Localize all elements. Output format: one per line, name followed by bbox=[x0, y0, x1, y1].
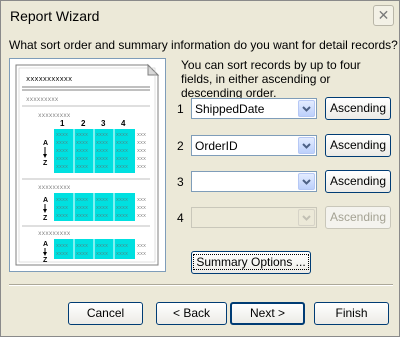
sort-description: You can sort records by up to four field… bbox=[181, 58, 361, 100]
preview-sort-number-4: 4 bbox=[121, 119, 126, 128]
svg-text:xxxx: xxxx bbox=[116, 213, 128, 219]
svg-text:xxxx: xxxx bbox=[76, 132, 88, 138]
svg-text:xxxx: xxxx bbox=[56, 205, 68, 211]
svg-text:xxx: xxx bbox=[137, 132, 146, 138]
svg-text:xxxx: xxxx bbox=[56, 148, 68, 154]
svg-text:xxx: xxx bbox=[137, 243, 146, 249]
svg-text:xxxx: xxxx bbox=[116, 197, 128, 203]
svg-text:xxxx: xxxx bbox=[76, 140, 88, 146]
sort-field-combo-1[interactable]: ShippedDate bbox=[191, 98, 317, 119]
svg-text:xxxx: xxxx bbox=[96, 164, 108, 170]
back-button[interactable]: < Back bbox=[156, 302, 227, 325]
svg-text:xxxx: xxxx bbox=[116, 243, 128, 249]
svg-text:xxx: xxx bbox=[137, 197, 146, 203]
preview-sort-number-1: 1 bbox=[60, 119, 65, 128]
summary-options-label: Summary Options ... bbox=[193, 254, 309, 270]
sort-row-number-1: 1 bbox=[177, 102, 184, 116]
svg-text:xxxx: xxxx bbox=[76, 148, 88, 154]
svg-text:xxxx: xxxx bbox=[96, 205, 108, 211]
svg-text:xxxx: xxxx bbox=[76, 205, 88, 211]
sort-order-button-2[interactable]: Ascending bbox=[325, 134, 391, 157]
svg-text:xxxx: xxxx bbox=[76, 197, 88, 203]
window-title: Report Wizard bbox=[10, 8, 100, 24]
sort-row-number-3: 3 bbox=[177, 175, 184, 189]
svg-text:xxxx: xxxx bbox=[76, 243, 88, 249]
title-bar: Report Wizard ✕ bbox=[2, 2, 398, 29]
sort-order-button-1[interactable]: Ascending bbox=[325, 97, 391, 120]
svg-text:xxx: xxx bbox=[137, 164, 146, 170]
svg-text:xxx: xxx bbox=[137, 156, 146, 162]
svg-text:xxxx: xxxx bbox=[96, 243, 108, 249]
close-button[interactable]: ✕ bbox=[373, 5, 394, 26]
report-preview-illustration: xxxxxxxxxxx xxxxxxxxx xxxxxxxxx 1 2 3 4 … bbox=[15, 63, 160, 266]
svg-text:xxxxxxxxx: xxxxxxxxx bbox=[26, 96, 59, 103]
report-wizard-window: Report Wizard ✕ What sort order and summ… bbox=[0, 0, 400, 337]
wizard-prompt: What sort order and summary information … bbox=[9, 38, 398, 52]
divider bbox=[9, 284, 393, 286]
sort-row-number-4: 4 bbox=[177, 211, 184, 225]
svg-text:xxxx: xxxx bbox=[76, 213, 88, 219]
sort-field-value-2: OrderID bbox=[195, 139, 238, 153]
preview-sort-number-3: 3 bbox=[101, 119, 106, 128]
svg-text:xxxx: xxxx bbox=[96, 148, 108, 154]
svg-text:Z: Z bbox=[43, 257, 48, 264]
svg-text:xxxx: xxxx bbox=[56, 140, 68, 146]
sort-row-number-2: 2 bbox=[177, 139, 184, 153]
close-icon: ✕ bbox=[377, 7, 390, 23]
svg-text:xxxx: xxxx bbox=[56, 156, 68, 162]
svg-text:xxxx: xxxx bbox=[116, 140, 128, 146]
svg-text:xxxx: xxxx bbox=[56, 197, 68, 203]
preview-header-text: xxxxxxxxxxx bbox=[26, 76, 72, 84]
preview-sort-number-2: 2 bbox=[81, 119, 86, 128]
svg-text:xxxxxxxxx: xxxxxxxxx bbox=[38, 112, 71, 119]
svg-text:xxxx: xxxx bbox=[76, 164, 88, 170]
svg-text:xxxx: xxxx bbox=[96, 197, 108, 203]
dropdown-arrow-icon[interactable] bbox=[298, 137, 315, 154]
svg-text:xxxxxxxxx: xxxxxxxxx bbox=[38, 230, 71, 237]
finish-button[interactable]: Finish bbox=[314, 302, 389, 325]
svg-text:xxxx: xxxx bbox=[56, 243, 68, 249]
svg-text:xxxx: xxxx bbox=[56, 213, 68, 219]
svg-text:A: A bbox=[43, 241, 48, 248]
svg-text:xxxx: xxxx bbox=[76, 156, 88, 162]
svg-text:A: A bbox=[43, 140, 48, 147]
summary-options-button[interactable]: Summary Options ... bbox=[191, 251, 311, 274]
svg-text:xxx: xxx bbox=[137, 148, 146, 154]
svg-text:Z: Z bbox=[43, 215, 48, 222]
dropdown-arrow-icon[interactable] bbox=[298, 100, 315, 117]
svg-text:Z: Z bbox=[43, 160, 48, 167]
svg-text:xxx: xxx bbox=[137, 213, 146, 219]
sort-field-combo-2[interactable]: OrderID bbox=[191, 135, 317, 156]
svg-text:xxx: xxx bbox=[137, 251, 146, 257]
svg-text:xxxx: xxxx bbox=[116, 205, 128, 211]
dropdown-arrow-icon[interactable] bbox=[298, 209, 315, 226]
svg-text:xxx: xxx bbox=[137, 205, 146, 211]
svg-text:xxxx: xxxx bbox=[56, 251, 68, 257]
svg-text:xxxxxxxxx: xxxxxxxxx bbox=[38, 184, 71, 191]
svg-text:xxxx: xxxx bbox=[116, 132, 128, 138]
svg-text:xxxx: xxxx bbox=[96, 156, 108, 162]
dropdown-arrow-icon[interactable] bbox=[298, 173, 315, 190]
svg-text:xxxx: xxxx bbox=[96, 213, 108, 219]
svg-text:xxxx: xxxx bbox=[56, 132, 68, 138]
sort-order-button-4[interactable]: Ascending bbox=[325, 206, 391, 229]
svg-text:xxxx: xxxx bbox=[116, 164, 128, 170]
sort-field-value-1: ShippedDate bbox=[195, 102, 265, 116]
sort-order-button-3[interactable]: Ascending bbox=[325, 170, 391, 193]
svg-text:xxxx: xxxx bbox=[96, 251, 108, 257]
svg-text:xxxx: xxxx bbox=[116, 251, 128, 257]
sort-field-combo-4[interactable] bbox=[191, 207, 317, 228]
svg-text:xxx: xxx bbox=[137, 140, 146, 146]
svg-text:A: A bbox=[43, 197, 48, 204]
svg-text:xxxx: xxxx bbox=[116, 148, 128, 154]
cancel-button[interactable]: Cancel bbox=[68, 302, 143, 325]
svg-text:xxxx: xxxx bbox=[96, 132, 108, 138]
svg-text:xxxx: xxxx bbox=[56, 164, 68, 170]
svg-text:xxxx: xxxx bbox=[96, 140, 108, 146]
svg-text:xxxx: xxxx bbox=[116, 156, 128, 162]
next-button[interactable]: Next > bbox=[230, 302, 305, 325]
sort-field-combo-3[interactable] bbox=[191, 171, 317, 192]
svg-text:xxxx: xxxx bbox=[76, 251, 88, 257]
sort-preview-graphic: xxxxxxxxxxx xxxxxxxxx xxxxxxxxx 1 2 3 4 … bbox=[9, 58, 166, 272]
